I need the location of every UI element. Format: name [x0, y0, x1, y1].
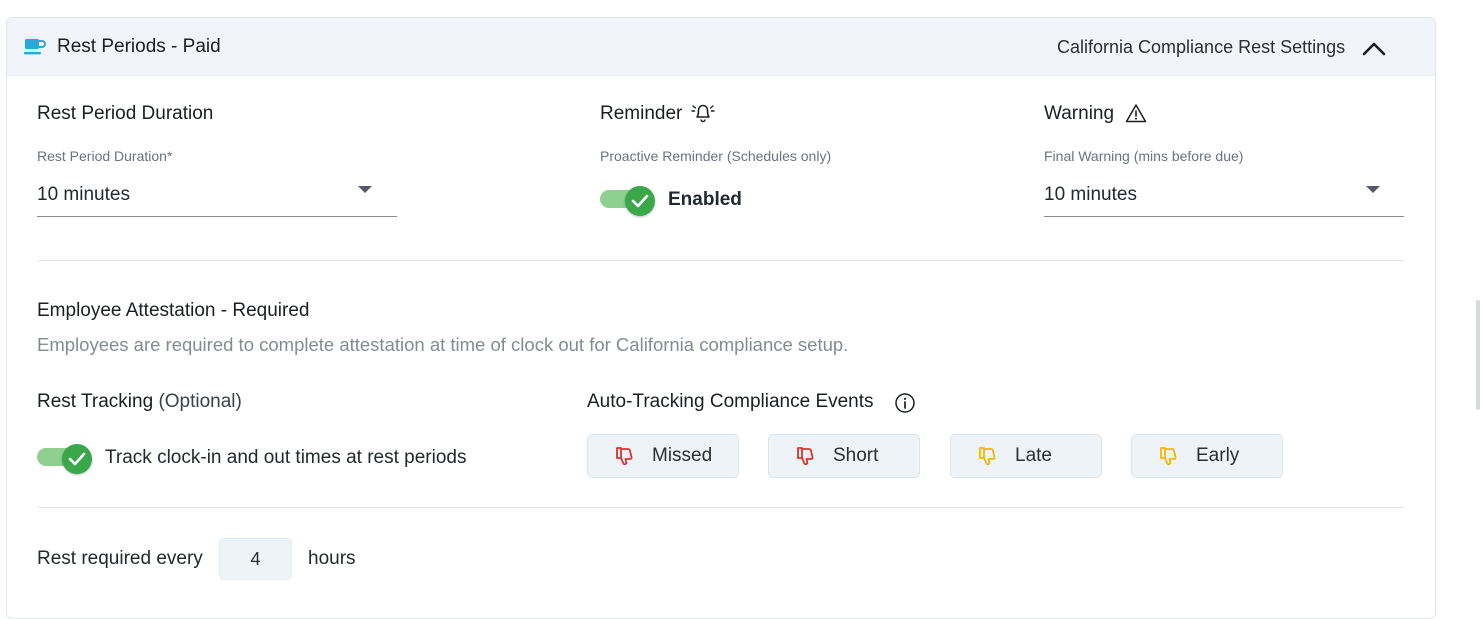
attestation-heading: Employee Attestation - Required: [37, 300, 310, 321]
chevron-down-icon: [1366, 186, 1380, 193]
section-divider: [37, 507, 1404, 508]
toggle-knob: [62, 444, 92, 474]
check-icon: [68, 452, 86, 466]
duration-select[interactable]: 10 minutes: [37, 180, 397, 218]
rest-hours-input[interactable]: 4: [219, 538, 292, 580]
rest-tracking-heading: Rest Tracking (Optional): [37, 391, 242, 413]
event-short-button[interactable]: Short: [768, 434, 920, 478]
event-late-button[interactable]: Late: [950, 434, 1102, 478]
thumbs-down-icon: [979, 447, 996, 466]
warning-select[interactable]: 10 minutes: [1044, 180, 1404, 218]
info-icon[interactable]: [894, 392, 916, 414]
duration-select-value: 10 minutes: [37, 184, 130, 205]
rest-tracking-suffix: (Optional): [158, 391, 242, 412]
warning-underline: [1044, 216, 1404, 217]
event-label: Late: [1015, 445, 1052, 466]
warning-select-value: 10 minutes: [1044, 184, 1137, 205]
event-label: Early: [1196, 445, 1240, 466]
rest-tracking-toggle-label: Track clock-in and out times at rest per…: [105, 447, 467, 468]
auto-tracking-heading: Auto-Tracking Compliance Events: [587, 391, 874, 412]
chevron-up-icon[interactable]: [1359, 36, 1389, 60]
compliance-settings-label: California Compliance Rest Settings: [1057, 37, 1346, 57]
card-title: Rest Periods - Paid: [57, 36, 221, 57]
toggle-knob: [625, 186, 655, 216]
warning-triangle-icon: [1125, 104, 1147, 123]
reminder-heading: Reminder: [600, 103, 683, 124]
event-label: Missed: [652, 445, 713, 466]
event-missed-button[interactable]: Missed: [587, 434, 739, 478]
warning-heading: Warning: [1044, 103, 1115, 124]
section-divider: [37, 260, 1404, 261]
thumbs-down-icon: [797, 447, 814, 466]
rest-required-prefix: Rest required every: [37, 548, 203, 569]
event-early-button[interactable]: Early: [1131, 434, 1283, 478]
coffee-cup-icon: [24, 39, 46, 55]
duration-field-label: Rest Period Duration*: [37, 148, 173, 164]
card-header[interactable]: Rest Periods - Paid California Complianc…: [7, 18, 1435, 76]
bell-icon: [691, 104, 715, 123]
duration-underline: [37, 216, 397, 217]
attestation-description: Employees are required to complete attes…: [37, 334, 849, 355]
rest-required-suffix: hours: [308, 548, 356, 569]
rest-tracking-title: Rest Tracking: [37, 391, 154, 412]
warning-field-label: Final Warning (mins before due): [1044, 148, 1244, 164]
duration-heading: Rest Period Duration: [37, 103, 214, 124]
thumbs-down-icon: [1160, 447, 1177, 466]
event-label: Short: [833, 445, 879, 466]
reminder-toggle-label: Enabled: [668, 189, 742, 210]
thumbs-down-icon: [616, 447, 633, 466]
rest-tracking-toggle[interactable]: [37, 444, 92, 474]
page-scrollbar[interactable]: [1476, 300, 1480, 410]
check-icon: [631, 194, 649, 208]
reminder-toggle[interactable]: [600, 186, 655, 216]
reminder-field-label: Proactive Reminder (Schedules only): [600, 148, 832, 164]
chevron-down-icon: [358, 186, 372, 193]
